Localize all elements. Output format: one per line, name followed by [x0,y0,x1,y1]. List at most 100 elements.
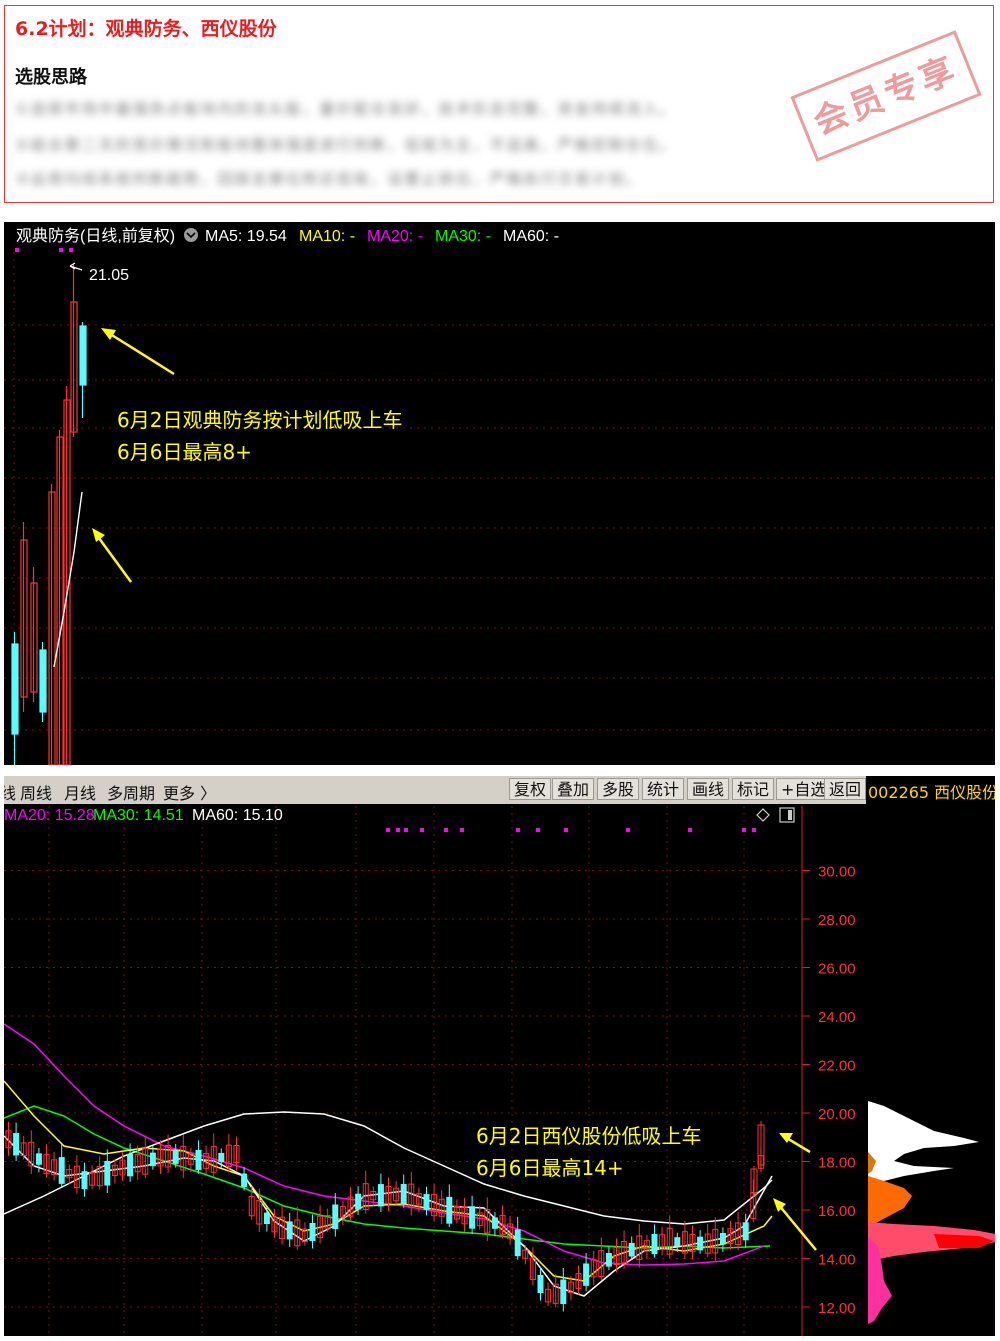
candle [628,1242,635,1257]
candle [149,1152,156,1167]
chart1-ma10: MA10: - [299,228,355,245]
kline-chart-xiyi[interactable]: 30.00 28.00 26.00 24.00 22.00 20.00 18.00 16.00… [4,776,995,1336]
kline-chart-guandian[interactable]: 观典防务(日线,前复权) MA5: 19.54 MA10: - MA20: - … [4,222,995,765]
period-day[interactable]: 线 [4,780,16,804]
chart2-event-dots [386,828,756,832]
candle [79,325,87,386]
candle [697,1236,704,1251]
period-multi[interactable]: 多周期 [107,780,155,804]
price-tick-label: 28.00 [818,912,856,929]
candle [11,643,19,735]
event-dot [396,828,400,832]
chart2-svg[interactable]: 30.00 28.00 26.00 24.00 22.00 20.00 18.00 16.00… [4,776,995,1336]
chart2-ma60: MA60: 15.10 [192,807,283,824]
chart1-event-dots [15,248,73,252]
candle [263,1212,270,1225]
arrow-icon [101,328,116,340]
period-more[interactable]: 更多 〉 [163,780,216,804]
period-month[interactable]: 月线 [64,780,96,804]
plan-blurred-line: ①选择市场中最强热点板块内的龙头股，量价配合良好，技术形态完整，资金持续流入。 [15,100,677,118]
event-dot [386,828,390,832]
candle [423,1194,430,1210]
event-dot [742,828,746,832]
candle [719,1232,726,1245]
candle [605,1253,612,1267]
plan-blurred-line: ③运用均线系统判断趋势，回踩支撑位附近低吸，设置止损位，严格执行交易计划。 [15,170,643,188]
price-tick-label: 26.00 [818,961,856,978]
btn-stats[interactable]: 统计 [642,778,685,800]
candle [195,1149,202,1171]
chart2-grid [4,806,802,1336]
price-tick-label: 12.00 [818,1300,856,1317]
price-tick-label: 20.00 [818,1106,856,1123]
chart1-grid [4,252,995,765]
btn-overlay[interactable]: 叠加 [552,778,595,800]
event-dot [536,828,540,832]
candle [309,1223,316,1241]
btn-back[interactable]: 返回 [824,778,867,800]
chart2-annotation-buy: 6月2日西仪股份低吸上车 [476,1124,702,1148]
btn-mark[interactable]: 标记 [732,778,775,800]
candle [560,1279,567,1305]
chart1-title: 观典防务(日线,前复权) [16,227,175,245]
candle [332,1204,339,1230]
candle [446,1196,453,1224]
candle [241,1173,248,1188]
candle [514,1229,521,1257]
candle [537,1275,544,1293]
chart2-ma20: MA20: 15.28 [4,807,95,824]
chart2-volume-profile [868,1101,995,1324]
chart1-annotation-high: 6月6日最高8+ [117,440,252,464]
chart2-price-axis: 30.00 28.00 26.00 24.00 22.00 20.00 18.00 16.00… [801,806,856,1336]
chart1-annotation-buy: 6月2日观典防务按计划低吸上车 [117,408,403,432]
plan-card: 6.2计划：观典防务、西仪股份 选股思路 ①选择市场中最强热点板块内的龙头股，量… [4,5,994,203]
chart1-header: 观典防务(日线,前复权) MA5: 19.54 MA10: - MA20: - … [16,227,559,245]
candle [491,1217,498,1229]
candle [469,1206,476,1229]
chart1-peak-label: 21.05 [89,267,129,284]
candle [58,1157,65,1184]
arrow-icon [92,528,105,542]
period-week[interactable]: 周线 [20,780,52,804]
event-dot [564,828,568,832]
event-dot [688,828,692,832]
event-dot [420,828,424,832]
event-dot [626,828,630,832]
chart1-ma20: MA20: - [367,228,423,245]
price-tick-label: 24.00 [818,1009,856,1026]
event-dot [460,828,464,832]
chart-toolbar: 线 周线 月线 多周期 更多 〉 复权 叠加 多股 统计 画线 标记 +自选 返… [4,776,867,804]
chart2-arrows [773,1133,817,1251]
candle [674,1237,681,1247]
candle [35,1153,42,1165]
dropdown-icon [184,228,198,242]
profile-orange [868,1176,912,1228]
btn-fuquan[interactable]: 复权 [509,778,552,800]
chart2-candles [5,1121,765,1312]
chart1-svg[interactable]: 观典防务(日线,前复权) MA5: 19.54 MA10: - MA20: - … [4,222,995,765]
event-dot [404,828,408,832]
chart1-ma60: MA60: - [503,228,559,245]
candle [104,1160,111,1186]
event-dot [444,828,448,832]
event-dot [516,828,520,832]
chart2-header: MA20: 15.28 MA30: 14.51 MA60: 15.10 [4,807,795,824]
chart2-annotation-high: 6月6日最高14+ [476,1156,624,1180]
chart2-ma30: MA30: 14.51 [93,807,184,824]
chart1-ma5: MA5: 19.54 [205,228,287,245]
price-tick-label: 18.00 [818,1155,856,1172]
candle [583,1263,590,1286]
chart1-peak-marker: 21.05 [69,262,129,284]
price-tick-label: 22.00 [818,1058,856,1075]
candle [172,1150,179,1164]
btn-multi-stock[interactable]: 多股 [597,778,640,800]
btn-draw[interactable]: 画线 [687,778,730,800]
candle [742,1222,749,1241]
ma5-line [4,1135,773,1297]
chart1-candles [11,264,87,765]
candle [81,1171,88,1190]
event-dot [752,828,756,832]
price-tick-label: 14.00 [818,1252,856,1269]
candle [400,1184,407,1205]
profile-white [868,1101,979,1186]
